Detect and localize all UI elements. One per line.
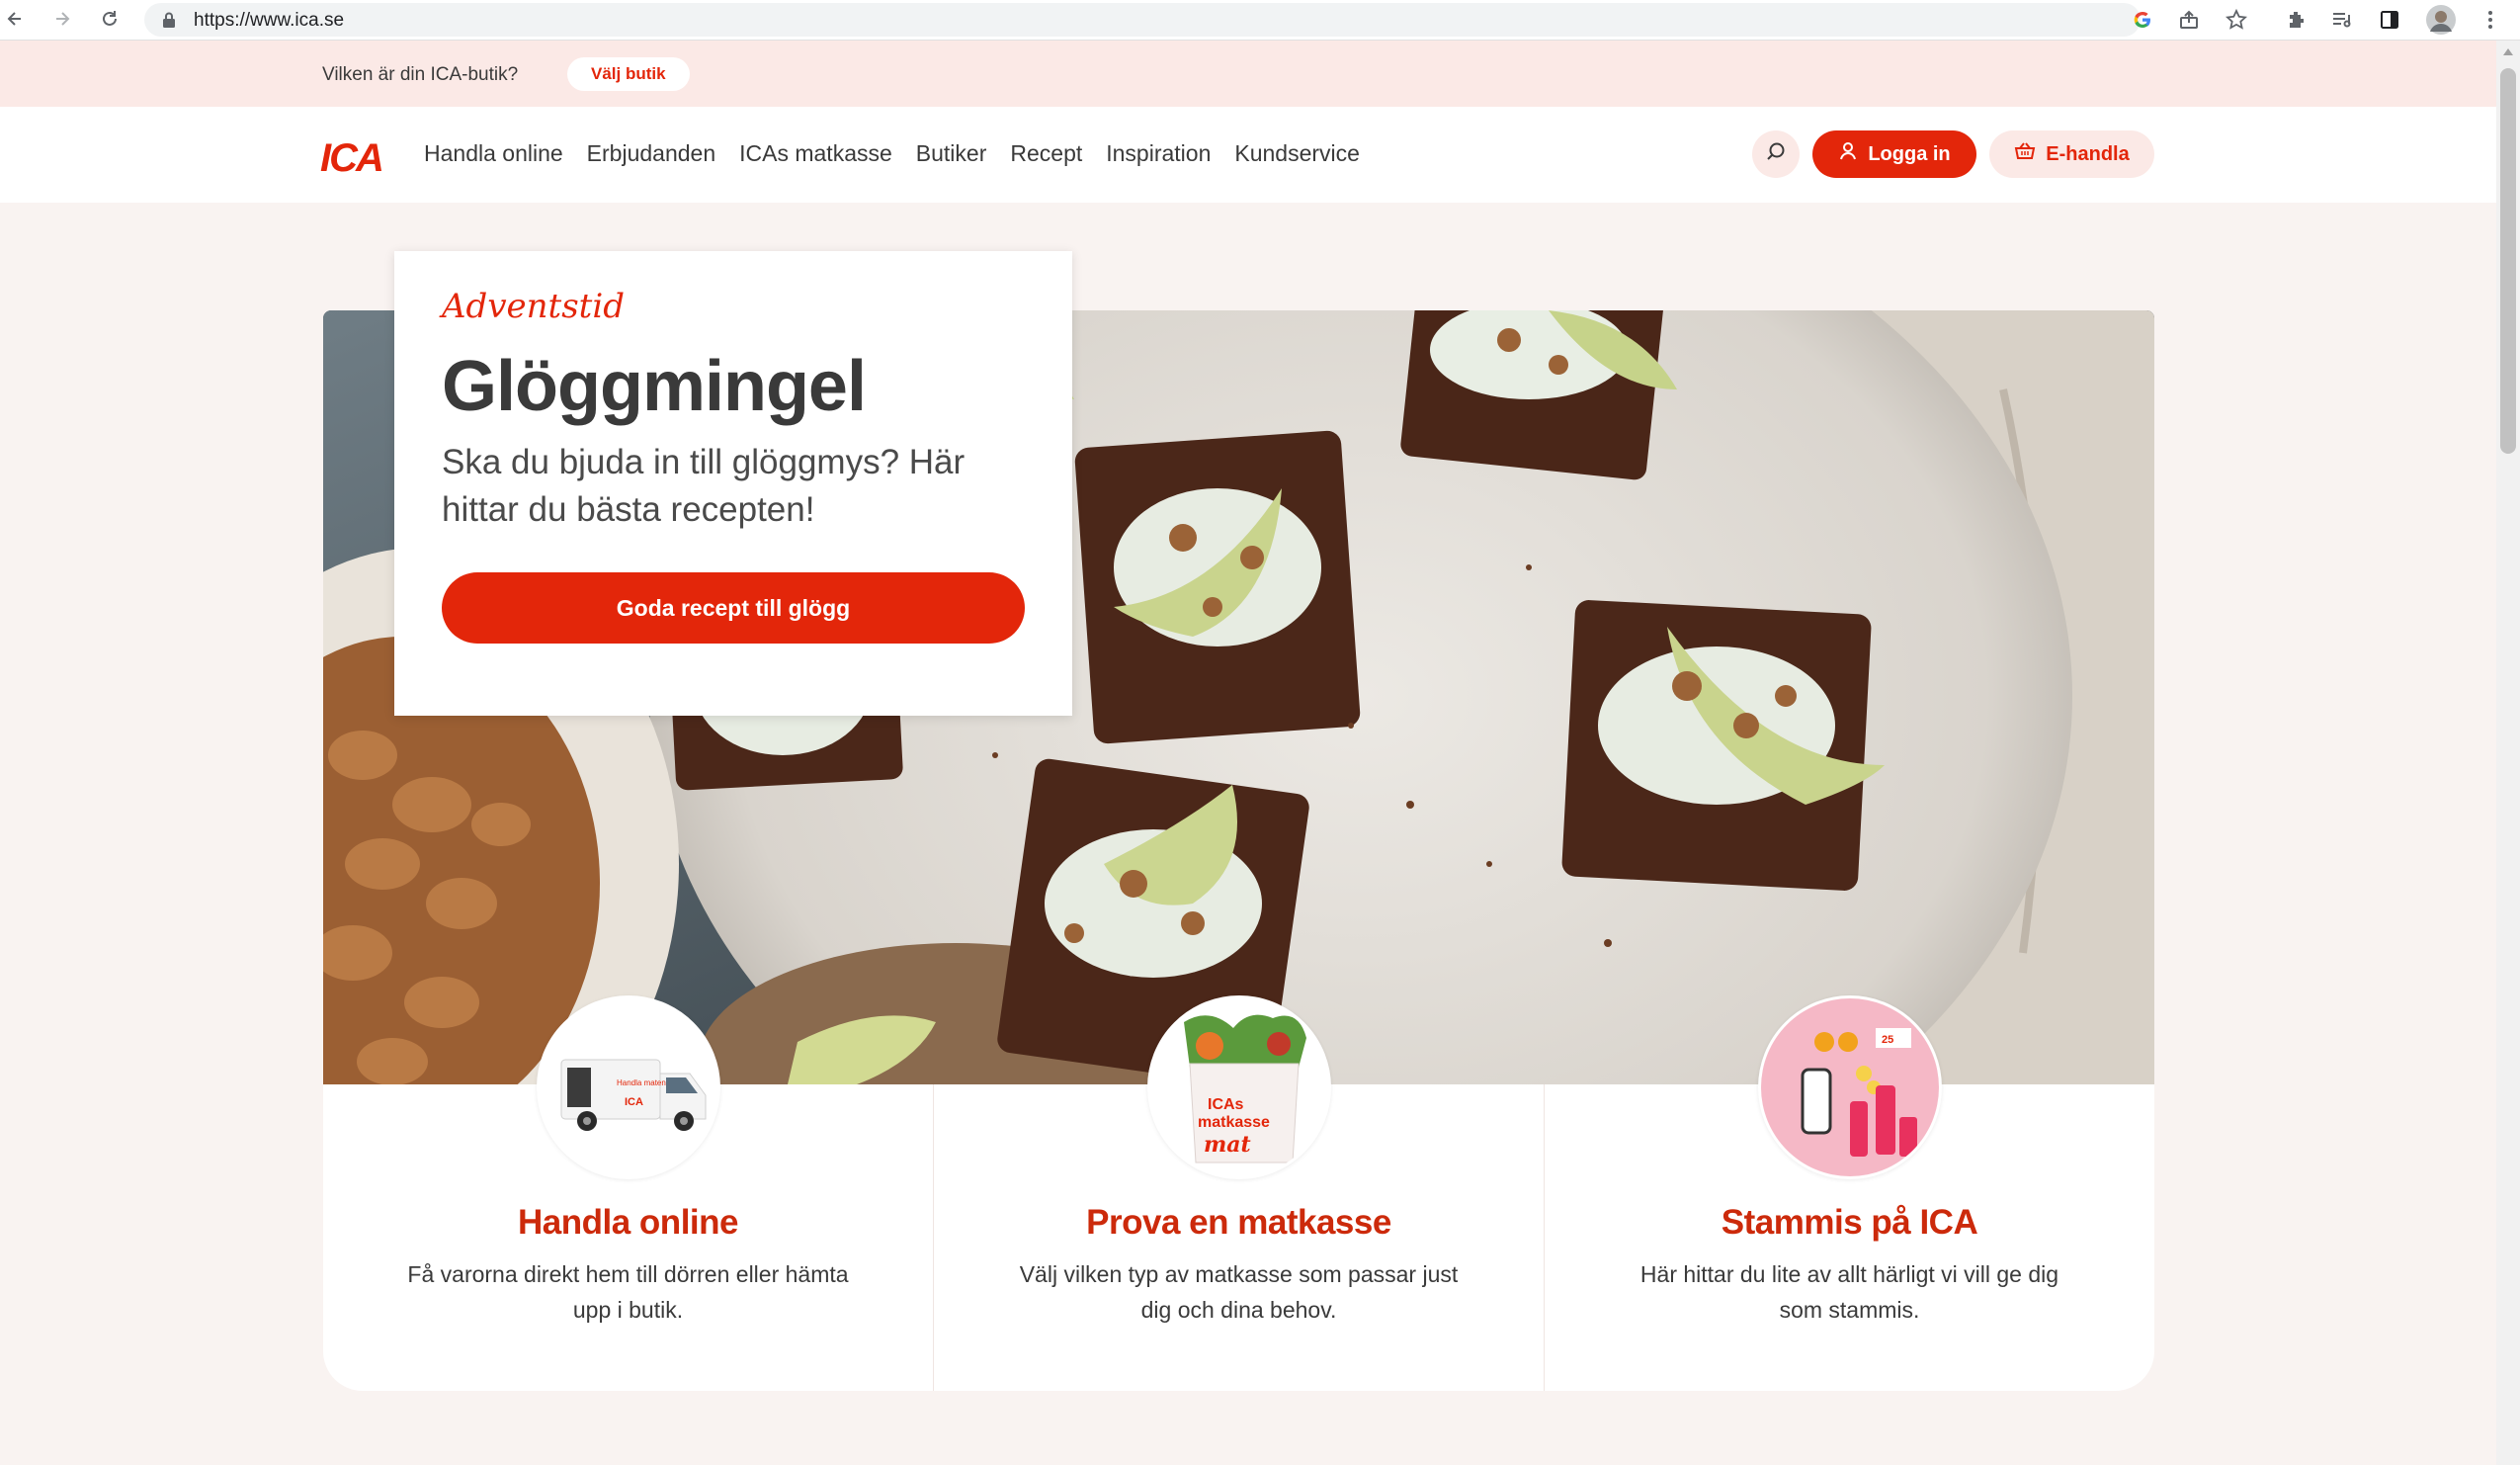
matkasse-bag-image: ICAs matkasse mat	[1146, 995, 1331, 1179]
choose-store-button[interactable]: Välj butik	[567, 57, 690, 91]
menu-dots-icon[interactable]	[2476, 5, 2505, 35]
lock-icon[interactable]	[162, 12, 176, 33]
reload-icon[interactable]	[95, 4, 125, 34]
search-icon	[1765, 141, 1787, 168]
search-button[interactable]	[1752, 130, 1800, 178]
feature-card-matkasse[interactable]: ICAs matkasse mat Prova en matkasse Välj…	[934, 995, 1545, 1391]
back-arrow-icon[interactable]	[0, 4, 30, 34]
side-panel-icon[interactable]	[2375, 5, 2404, 35]
feature-title[interactable]: Stammis på ICA	[1545, 1203, 2154, 1243]
login-label: Logga in	[1868, 142, 1951, 165]
feature-description: Här hittar du lite av allt härligt vi vi…	[1639, 1261, 2059, 1323]
scroll-up-arrow-icon[interactable]	[2503, 48, 2513, 55]
store-selector-bar: Vilken är din ICA-butik? Välj butik	[0, 41, 2496, 107]
forward-arrow-icon[interactable]	[47, 4, 77, 34]
user-icon	[1838, 141, 1858, 167]
basket-icon	[2014, 141, 2036, 167]
url-text[interactable]: https://www.ica.se	[194, 10, 344, 32]
main-nav: Handla online Erbjudanden ICAs matkasse …	[424, 140, 1360, 167]
ica-logo[interactable]: ICA	[320, 136, 384, 181]
hero-promo-card: Adventstid Glöggmingel Ska du bjuda in t…	[394, 251, 1072, 716]
nav-item-recept[interactable]: Recept	[1010, 140, 1082, 167]
feature-card-stammis[interactable]: 25 Stammis på ICA Här hittar du lite av …	[1545, 995, 2154, 1391]
star-icon[interactable]	[2222, 5, 2251, 35]
nav-item-handla-online[interactable]: Handla online	[424, 140, 563, 167]
store-question: Vilken är din ICA-butik?	[322, 64, 519, 85]
feature-description: Välj vilken typ av matkasse som passar j…	[1019, 1261, 1459, 1323]
feature-title[interactable]: Prova en matkasse	[934, 1203, 1544, 1243]
feature-card-handla-online[interactable]: Handla maten ICA Handla online Få varorn…	[323, 995, 934, 1391]
feature-title[interactable]: Handla online	[323, 1203, 933, 1243]
ehandla-button[interactable]: E-handla	[1989, 130, 2154, 178]
nav-item-kundservice[interactable]: Kundservice	[1234, 140, 1360, 167]
address-bar[interactable]: https://www.ica.se	[144, 3, 2141, 37]
hero-subtitle: Ska du bjuda in till glöggmys? Här hitta…	[442, 443, 966, 529]
svg-text:ICAs: ICAs	[1208, 1096, 1244, 1113]
login-button[interactable]: Logga in	[1812, 130, 1976, 178]
ehandla-label: E-handla	[2046, 142, 2130, 165]
browser-toolbar: https://www.ica.se	[0, 0, 2520, 41]
nav-item-butiker[interactable]: Butiker	[916, 140, 987, 167]
svg-text:25: 25	[1882, 1034, 1893, 1046]
page-scrollbar[interactable]	[2496, 41, 2520, 1465]
svg-text:Handla maten: Handla maten	[617, 1078, 666, 1087]
feature-cards: Handla maten ICA Handla online Få varorn…	[323, 995, 2154, 1391]
extensions-icon[interactable]	[2282, 5, 2311, 35]
svg-text:mat: mat	[1204, 1132, 1251, 1158]
nav-item-icas-matkasse[interactable]: ICAs matkasse	[739, 140, 892, 167]
svg-text:matkasse: matkasse	[1198, 1114, 1270, 1131]
delivery-van-image: Handla maten ICA	[536, 995, 720, 1179]
hero-title: Glöggmingel	[442, 347, 867, 426]
hero-cta-button[interactable]: Goda recept till glögg	[442, 572, 1025, 644]
scrollbar-thumb[interactable]	[2500, 68, 2516, 454]
share-icon[interactable]	[2174, 5, 2204, 35]
reading-list-icon[interactable]	[2326, 5, 2356, 35]
nav-item-inspiration[interactable]: Inspiration	[1106, 140, 1211, 167]
site-header: ICA Handla online Erbjudanden ICAs matka…	[0, 107, 2496, 203]
profile-avatar[interactable]	[2426, 5, 2456, 35]
stammis-products-image: 25	[1757, 995, 1942, 1179]
svg-text:ICA: ICA	[625, 1096, 643, 1108]
hero-kicker: Adventstid	[442, 287, 625, 326]
feature-description: Få varorna direkt hem till dörren eller …	[407, 1261, 849, 1323]
nav-item-erbjudanden[interactable]: Erbjudanden	[587, 140, 715, 167]
google-icon[interactable]	[2128, 5, 2157, 35]
